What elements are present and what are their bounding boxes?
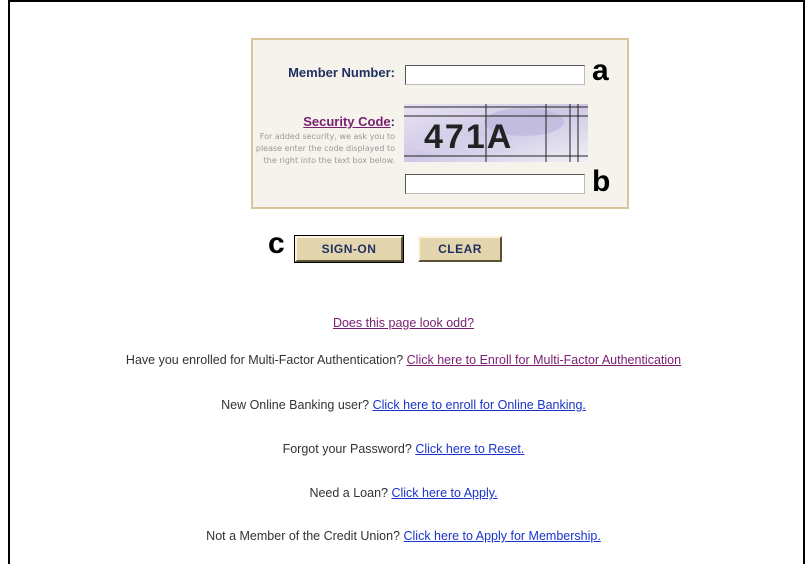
security-code-link[interactable]: Security Code xyxy=(303,114,390,129)
membership-text: Not a Member of the Credit Union? xyxy=(206,529,401,543)
annotation-a: a xyxy=(592,54,609,87)
loan-apply-link[interactable]: Click here to Apply. xyxy=(391,486,497,500)
online-banking-enroll-link[interactable]: Click here to enroll for Online Banking. xyxy=(373,398,586,412)
membership-apply-link[interactable]: Click here to Apply for Membership. xyxy=(404,529,601,543)
login-panel: Member Number: Security Code: For added … xyxy=(251,38,629,209)
security-help-text: For added security, we ask you to please… xyxy=(255,132,395,165)
captcha-image: 471A xyxy=(404,104,588,162)
reset-line: Forgot your Password? Click here to Rese… xyxy=(0,442,807,456)
loan-text: Need a Loan? xyxy=(309,486,388,500)
odd-page-line: Does this page look odd? xyxy=(0,316,807,330)
enroll-text: New Online Banking user? xyxy=(221,398,370,412)
security-code-input[interactable] xyxy=(405,174,585,194)
mfa-text: Have you enrolled for Multi-Factor Authe… xyxy=(125,353,404,367)
mfa-enroll-link[interactable]: Click here to Enroll for Multi-Factor Au… xyxy=(407,353,681,367)
password-reset-link[interactable]: Click here to Reset. xyxy=(415,442,524,456)
member-number-label: Member Number: xyxy=(288,65,395,80)
security-code-label[interactable]: Security Code: xyxy=(253,114,395,129)
security-code-colon: : xyxy=(390,114,395,129)
reset-text: Forgot your Password? xyxy=(282,442,412,456)
member-number-input[interactable] xyxy=(405,65,585,85)
sign-on-button[interactable]: SIGN-ON xyxy=(294,235,404,263)
mfa-line: Have you enrolled for Multi-Factor Authe… xyxy=(0,353,807,367)
clear-button[interactable]: CLEAR xyxy=(418,236,502,262)
page-odd-link[interactable]: Does this page look odd? xyxy=(333,316,474,330)
captcha-code: 471A xyxy=(424,118,513,156)
loan-line: Need a Loan? Click here to Apply. xyxy=(0,486,807,500)
annotation-c: c xyxy=(268,227,285,260)
annotation-b: b xyxy=(592,165,611,198)
enroll-line: New Online Banking user? Click here to e… xyxy=(0,398,807,412)
membership-line: Not a Member of the Credit Union? Click … xyxy=(0,529,807,543)
